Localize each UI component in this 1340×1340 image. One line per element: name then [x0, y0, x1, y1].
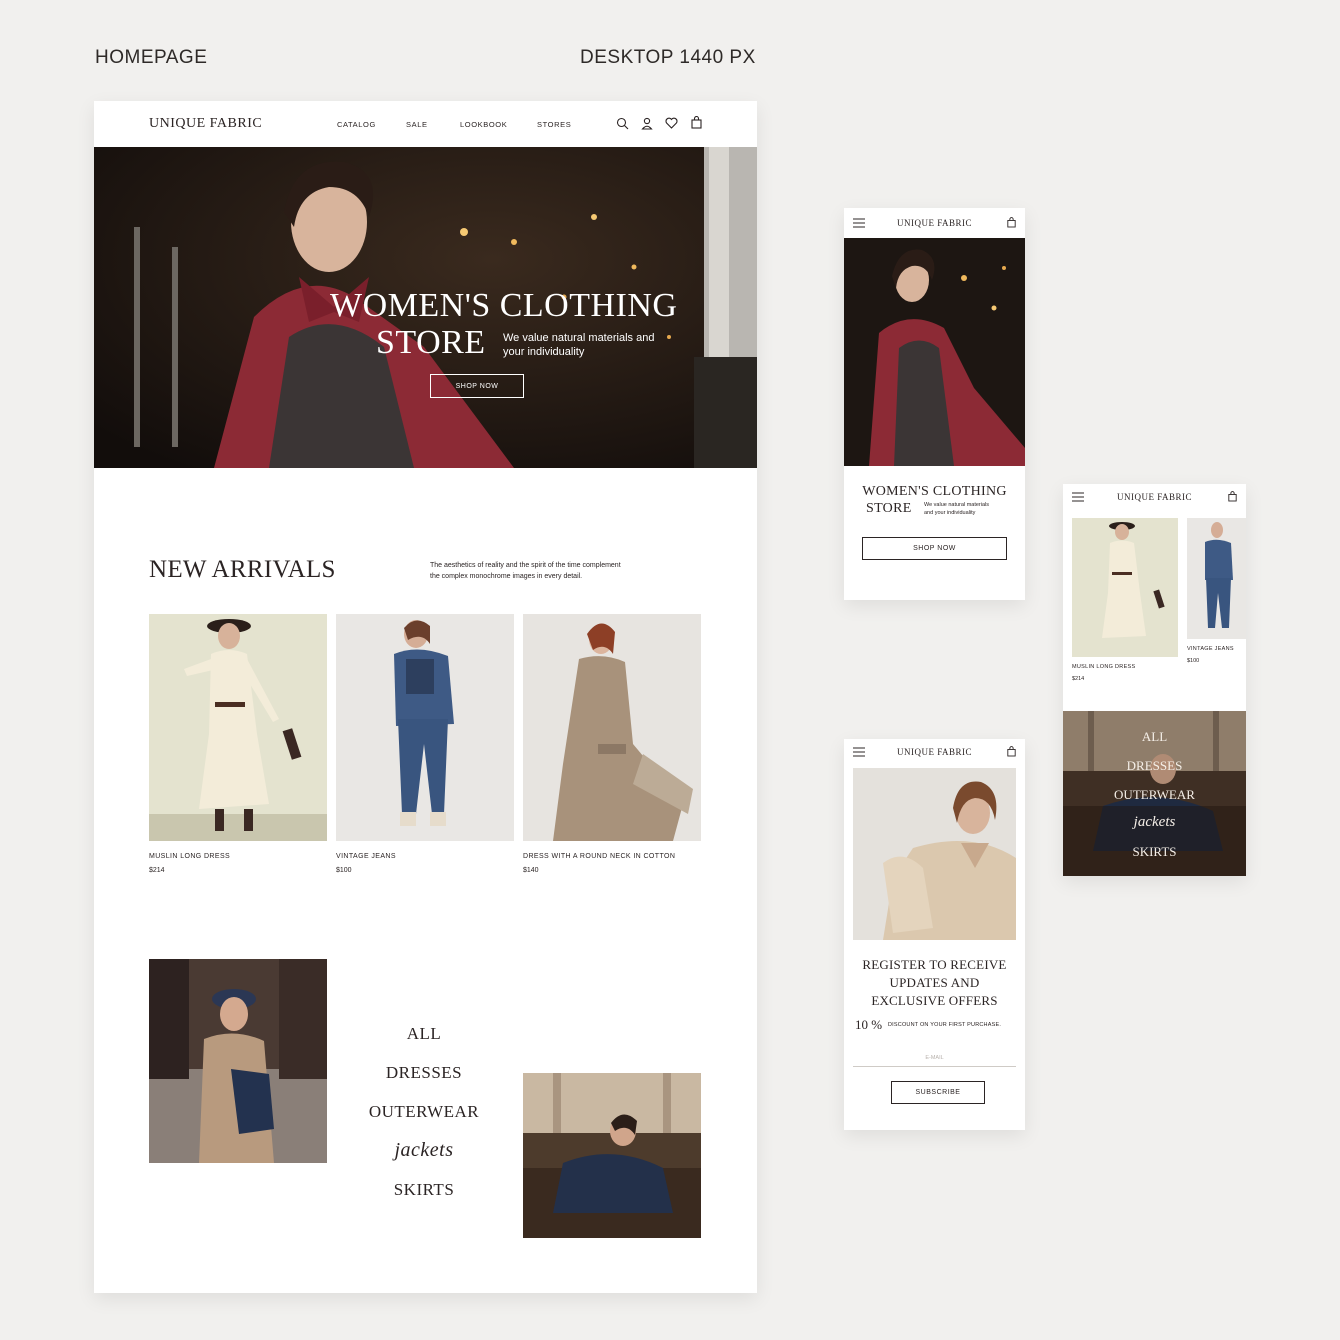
mobile-shop-now-button[interactable]: SHOP NOW	[862, 537, 1007, 560]
bag-icon[interactable]	[1007, 217, 1016, 228]
mobile-brand-logo[interactable]: UNIQUE FABRIC	[844, 747, 1025, 757]
lookbook-image-coat	[149, 959, 327, 1163]
mobile-product-image-muslin-dress[interactable]	[1072, 518, 1178, 657]
hero-subtitle-line2: your individuality	[503, 346, 585, 358]
heart-icon[interactable]	[665, 117, 678, 129]
hero-subtitle-line1: We value natural materials and	[503, 332, 655, 344]
search-icon[interactable]	[616, 117, 629, 130]
mobile-hero-frame: UNIQUE FABRIC WOMEN'S CLOTHING STORE We …	[844, 208, 1025, 600]
product-name[interactable]: VINTAGE JEANS	[336, 853, 396, 860]
nav-sale[interactable]: SALE	[406, 120, 428, 129]
desktop-label: DESKTOP 1440 PX	[580, 47, 756, 68]
mobile-product-price: $214	[1072, 676, 1085, 682]
nav-catalog[interactable]: CATALOG	[337, 120, 376, 129]
mobile-category-dresses[interactable]: DRESSES	[1063, 758, 1246, 774]
desktop-frame: UNIQUE FABRIC CATALOG SALE LOOKBOOK STOR…	[94, 101, 757, 1293]
category-outerwear[interactable]: OUTERWEAR	[339, 1102, 509, 1122]
bag-icon[interactable]	[1007, 746, 1016, 757]
category-skirts[interactable]: SKIRTS	[339, 1180, 509, 1200]
product-price: $100	[336, 867, 352, 874]
product-image-round-neck-dress[interactable]	[523, 614, 701, 841]
subscribe-button[interactable]: SUBSCRIBE	[891, 1081, 985, 1104]
product-image-vintage-jeans[interactable]	[336, 614, 514, 841]
hero-title-line2: STORE	[376, 324, 486, 361]
lookbook-image-table	[523, 1073, 701, 1238]
mobile-product-name[interactable]: MUSLIN LONG DRESS	[1072, 664, 1135, 670]
hero-title-line1: WOMEN'S CLOTHING	[330, 287, 678, 324]
mobile-product-image-vintage-jeans[interactable]	[1187, 518, 1246, 639]
category-all[interactable]: ALL	[339, 1024, 509, 1044]
product-name[interactable]: MUSLIN LONG DRESS	[149, 853, 230, 860]
bag-icon[interactable]	[691, 116, 702, 129]
register-title-line1: REGISTER TO RECEIVE	[862, 957, 1007, 972]
product-price: $214	[149, 867, 165, 874]
mobile-hero-title-line1: WOMEN'S CLOTHING	[862, 484, 1007, 499]
brand-logo[interactable]: UNIQUE FABRIC	[149, 116, 262, 132]
arrivals-desc-line1: The aesthetics of reality and the spirit…	[430, 562, 621, 569]
category-jackets[interactable]: jackets	[339, 1139, 509, 1162]
mobile-category-outerwear[interactable]: OUTERWEAR	[1063, 787, 1246, 803]
mobile-brand-logo[interactable]: UNIQUE FABRIC	[844, 218, 1025, 228]
mobile-product-price: $100	[1187, 658, 1200, 664]
email-placeholder: E-MAIL	[925, 1055, 944, 1061]
category-dresses[interactable]: DRESSES	[339, 1063, 509, 1083]
mobile-hero-subtitle-line1: We value natural materials	[924, 502, 990, 508]
bag-icon[interactable]	[1228, 491, 1237, 502]
mobile-catalog-frame: UNIQUE FABRIC MUSLIN LONG DRESS $214 VIN…	[1063, 484, 1246, 876]
mobile-hero-title-line2: STORE	[866, 501, 912, 516]
arrivals-desc-line2: the complex monochrome images in every d…	[430, 573, 583, 580]
mobile-hero-subtitle-line2: and your individuality	[924, 510, 976, 516]
mobile-category-all[interactable]: ALL	[1063, 729, 1246, 745]
product-image-muslin-dress[interactable]	[149, 614, 327, 841]
product-name[interactable]: DRESS WITH A ROUND NECK IN COTTON	[523, 853, 675, 860]
arrivals-title: NEW ARRIVALS	[149, 556, 336, 583]
product-price: $140	[523, 867, 539, 874]
hero-shop-now-button[interactable]: SHOP NOW	[430, 374, 524, 398]
user-icon[interactable]	[641, 117, 653, 130]
register-discount-text: DISCOUNT ON YOUR FIRST PURCHASE.	[888, 1022, 1002, 1028]
mobile-product-name[interactable]: VINTAGE JEANS	[1187, 646, 1234, 652]
mobile-category-skirts[interactable]: SKIRTS	[1063, 844, 1246, 860]
email-field[interactable]: E-MAIL	[853, 1052, 1016, 1067]
register-title-line2: UPDATES AND	[889, 975, 980, 990]
mobile-register-frame: UNIQUE FABRIC REGISTER TO RECEIVE UPDATE…	[844, 739, 1025, 1130]
mobile-hero-image	[844, 238, 1025, 466]
nav-lookbook[interactable]: LOOKBOOK	[460, 120, 507, 129]
register-title-line3: EXCLUSIVE OFFERS	[871, 993, 998, 1008]
nav-stores[interactable]: STORES	[537, 120, 571, 129]
mobile-brand-logo[interactable]: UNIQUE FABRIC	[1063, 492, 1246, 502]
mobile-category-jackets[interactable]: jackets	[1063, 814, 1246, 831]
register-discount: 10 %	[855, 1017, 883, 1032]
homepage-label: HOMEPAGE	[95, 47, 208, 68]
mobile-register-image	[853, 768, 1016, 940]
